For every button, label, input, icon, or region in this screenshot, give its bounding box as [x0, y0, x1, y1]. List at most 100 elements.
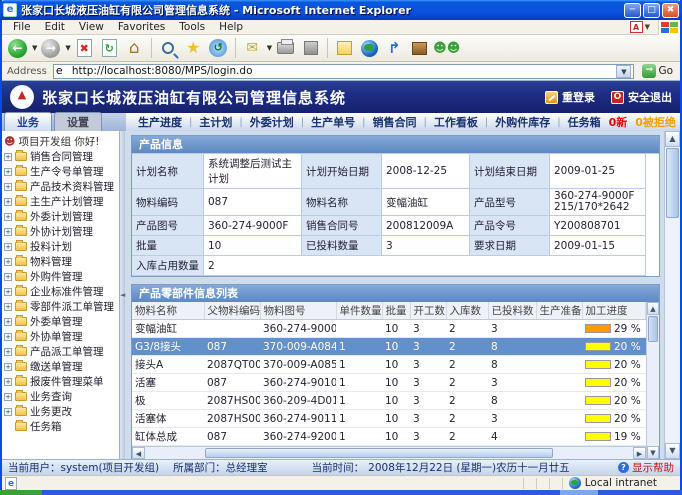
- nav-outsource-plan[interactable]: 外委计划: [250, 114, 294, 130]
- badge-rejected[interactable]: 0被拒绝: [635, 114, 676, 130]
- scroll-down-icon[interactable]: ▼: [665, 443, 680, 459]
- expand-icon[interactable]: +: [4, 228, 12, 236]
- research-button[interactable]: [408, 37, 431, 60]
- col-parent-code[interactable]: 父物料编码: [204, 302, 260, 320]
- stop-button[interactable]: ✖: [73, 37, 96, 60]
- sidebar-item-coop-order[interactable]: +外协单管理: [4, 329, 119, 344]
- expand-icon[interactable]: +: [4, 393, 12, 401]
- table-row[interactable]: 变幅油缸360-274-9000F10323 29 %: [132, 320, 646, 338]
- back-dropdown-icon[interactable]: ▼: [32, 44, 37, 52]
- sidebar-item-outsource-order[interactable]: +外委单管理: [4, 314, 119, 329]
- expand-icon[interactable]: +: [4, 273, 12, 281]
- col-unit-qty[interactable]: 单件数量: [336, 302, 382, 320]
- sidebar-item-business-query[interactable]: +业务查询: [4, 389, 119, 404]
- scrollbar-thumb[interactable]: [205, 448, 553, 458]
- minimize-button[interactable]: ─: [624, 3, 641, 18]
- menu-file[interactable]: File: [6, 20, 38, 34]
- expand-icon[interactable]: +: [4, 303, 12, 311]
- sidebar-item-outsource-plan[interactable]: +外委计划管理: [4, 209, 119, 224]
- search-button[interactable]: [157, 37, 180, 60]
- related-links-button[interactable]: ↰: [383, 37, 406, 60]
- parts-horizontal-scrollbar[interactable]: ◀ ▶: [132, 446, 646, 459]
- sidebar-item-business-change[interactable]: +业务更改: [4, 404, 119, 419]
- mail-button[interactable]: ✉: [241, 37, 264, 60]
- col-prep[interactable]: 生产准备: [536, 302, 582, 320]
- nav-production-order[interactable]: 生产单号: [311, 114, 355, 130]
- table-row[interactable]: 缸体总成087360-274-9200F110324 19 %: [132, 428, 646, 446]
- sidebar-item-product-workorder[interactable]: +产品派工单管理: [4, 344, 119, 359]
- scrollbar-thumb[interactable]: [648, 316, 658, 342]
- menu-favorites[interactable]: Favorites: [111, 20, 172, 34]
- notes-button[interactable]: [333, 37, 356, 60]
- scroll-right-icon[interactable]: ▶: [633, 447, 646, 459]
- scroll-left-icon[interactable]: ◀: [132, 447, 145, 459]
- messenger-button[interactable]: [358, 37, 381, 60]
- favorites-button[interactable]: ★: [182, 37, 205, 60]
- sidebar-item-sales-contract[interactable]: +销售合同管理: [4, 149, 119, 164]
- badge-new[interactable]: 0新: [609, 114, 628, 130]
- sidebar-item-coop-plan[interactable]: +外协计划管理: [4, 224, 119, 239]
- sidebar-item-delivery-order[interactable]: +缴送单管理: [4, 359, 119, 374]
- col-material-name[interactable]: 物料名称: [132, 302, 204, 320]
- expand-icon[interactable]: +: [4, 318, 12, 326]
- table-row[interactable]: 极2087HS002360-209-4D010110328 20 %: [132, 392, 646, 410]
- msn-button[interactable]: ☻☻: [433, 37, 460, 60]
- expand-icon[interactable]: +: [4, 213, 12, 221]
- expand-icon[interactable]: +: [4, 408, 12, 416]
- sidebar-item-task-box[interactable]: 任务箱: [4, 419, 119, 434]
- col-fed[interactable]: 已投料数: [488, 302, 536, 320]
- parts-vertical-scrollbar[interactable]: ▲ ▼: [646, 302, 659, 459]
- tab-business[interactable]: 业务: [4, 112, 52, 131]
- nav-purchased-stock[interactable]: 外购件库存: [495, 114, 550, 130]
- sidebar-item-tech-docs[interactable]: +产品技术资料管理: [4, 179, 119, 194]
- scrollbar-thumb[interactable]: [666, 148, 679, 218]
- menu-edit[interactable]: Edit: [38, 20, 72, 34]
- sidebar-item-scrap-menu[interactable]: +报废件管理菜单: [4, 374, 119, 389]
- sidebar-item-material-mgmt[interactable]: +物料管理: [4, 254, 119, 269]
- expand-icon[interactable]: +: [4, 258, 12, 266]
- menu-tools[interactable]: Tools: [172, 20, 212, 34]
- window-titlebar[interactable]: e 张家口长城液压油缸有限公司管理信息系统 - Microsoft Intern…: [0, 0, 682, 20]
- print-button[interactable]: [274, 37, 297, 60]
- mail-dropdown-icon[interactable]: ▼: [267, 44, 272, 52]
- table-row[interactable]: 接头A2087QT002370-009-A0850110328 20 %: [132, 356, 646, 374]
- address-dropdown-icon[interactable]: ▼: [616, 65, 631, 78]
- relogin-link[interactable]: 重登录: [545, 89, 595, 105]
- maximize-button[interactable]: □: [643, 3, 660, 18]
- close-button[interactable]: ✖: [662, 3, 679, 18]
- logout-link[interactable]: O 安全退出: [611, 89, 672, 105]
- nav-task-box[interactable]: 任务箱: [568, 114, 601, 130]
- history-button[interactable]: ↺: [207, 37, 230, 60]
- expand-icon[interactable]: +: [4, 288, 12, 296]
- content-vertical-scrollbar[interactable]: ▲ ▼: [664, 131, 680, 459]
- sidebar-item-feed-plan[interactable]: +投料计划: [4, 239, 119, 254]
- scroll-down-icon[interactable]: ▼: [647, 446, 659, 459]
- expand-icon[interactable]: +: [4, 153, 12, 161]
- adobe-pdf-dropdown-icon[interactable]: ▼: [645, 23, 650, 31]
- sidebar-item-purchased-parts[interactable]: +外购件管理: [4, 269, 119, 284]
- col-progress[interactable]: 加工进度: [582, 302, 646, 320]
- go-button[interactable]: → Go: [638, 63, 677, 79]
- nav-work-board[interactable]: 工作看板: [434, 114, 478, 130]
- home-button[interactable]: ⌂: [123, 37, 146, 60]
- col-batch[interactable]: 批量: [382, 302, 410, 320]
- scroll-up-icon[interactable]: ▲: [665, 131, 680, 147]
- expand-icon[interactable]: +: [4, 333, 12, 341]
- adobe-pdf-icon[interactable]: A: [630, 21, 643, 33]
- nav-sales-contract[interactable]: 销售合同: [373, 114, 417, 130]
- forward-button[interactable]: →: [39, 37, 62, 60]
- scroll-up-icon[interactable]: ▲: [647, 302, 659, 315]
- table-row[interactable]: 活塞体2087HS002360-274-9011W110323 20 %: [132, 410, 646, 428]
- edit-button[interactable]: [299, 37, 322, 60]
- nav-master-plan[interactable]: 主计划: [199, 114, 232, 130]
- back-button[interactable]: ←: [6, 37, 29, 60]
- expand-icon[interactable]: +: [4, 348, 12, 356]
- col-drawing-no[interactable]: 物料图号: [260, 302, 336, 320]
- menu-view[interactable]: View: [72, 20, 111, 34]
- expand-icon[interactable]: +: [4, 183, 12, 191]
- forward-dropdown-icon[interactable]: ▼: [65, 44, 70, 52]
- nav-production-progress[interactable]: 生产进度: [138, 114, 182, 130]
- table-row-selected[interactable]: G3/8接头087370-009-A0840110328 20 %: [132, 338, 646, 356]
- expand-icon[interactable]: +: [4, 363, 12, 371]
- col-stored[interactable]: 入库数: [446, 302, 488, 320]
